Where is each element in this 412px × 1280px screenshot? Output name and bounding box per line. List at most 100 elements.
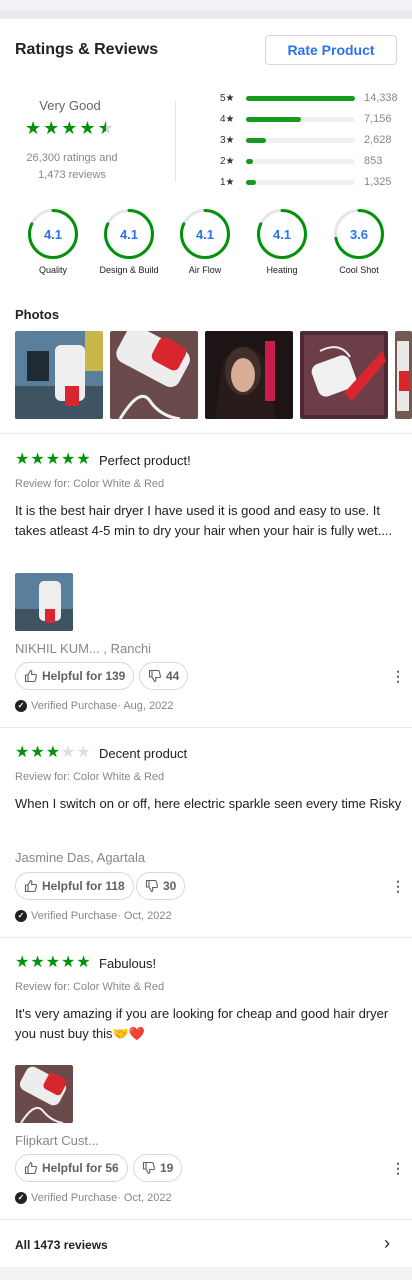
thumbs-down-icon	[142, 1161, 156, 1175]
distribution-label: 1★	[220, 176, 235, 188]
star-icon: ★	[76, 451, 91, 468]
dislike-count: 19	[160, 1161, 174, 1175]
feature-score: 4.1	[43, 226, 63, 242]
more-options-icon[interactable]: ⋮	[391, 879, 405, 893]
review-author: Jasmine Das, Agartala	[15, 850, 146, 865]
feature-score: 4.1	[272, 226, 292, 242]
distribution-row: 1★ 1,325	[220, 175, 392, 189]
distribution-bar	[246, 137, 355, 143]
dislike-button[interactable]: 19	[133, 1154, 183, 1182]
half-star-icon: ★	[97, 118, 114, 138]
star-icon: ★	[45, 744, 61, 761]
thumbs-down-icon	[145, 879, 159, 893]
feature-score: 3.6	[349, 226, 369, 242]
more-options-icon[interactable]: ⋮	[391, 669, 405, 683]
verified-text: Verified Purchase· Aug, 2022	[31, 700, 174, 712]
star-icon: ★	[79, 118, 96, 138]
review-variant: Review for: Color White & Red	[15, 771, 165, 783]
review-variant: Review for: Color White & Red	[15, 981, 165, 993]
feature-label: Cool Shot	[339, 265, 379, 275]
star-icon: ★	[61, 118, 78, 138]
star-icon: ★	[45, 954, 61, 971]
distribution-count: 1,325	[364, 176, 392, 188]
distribution-row: 2★ 853	[220, 154, 382, 168]
photo-thumbnail[interactable]	[205, 331, 293, 419]
review-photo[interactable]	[15, 573, 73, 631]
verified-purchase: ✓ Verified Purchase· Oct, 2022	[15, 1192, 172, 1204]
helpful-label: Helpful for 56	[42, 1161, 119, 1175]
dislike-count: 30	[163, 879, 177, 893]
top-spacer	[0, 0, 412, 20]
distribution-bar	[246, 179, 355, 185]
review-body: It is the best hair dryer I have used it…	[15, 503, 393, 538]
review-body: When I switch on or off, here electric s…	[15, 796, 402, 811]
review-body: It's very amazing if you are looking for…	[15, 1006, 389, 1041]
star-icon: ★	[43, 118, 60, 138]
feature-score: 4.1	[195, 226, 215, 242]
helpful-button[interactable]: Helpful for 139	[15, 662, 135, 690]
photo-thumbnail[interactable]	[300, 331, 388, 419]
star-icon: ★	[61, 954, 76, 971]
more-options-icon[interactable]: ⋮	[391, 1161, 405, 1175]
thumbs-up-icon	[24, 879, 38, 893]
ratings-count: 26,300 ratings and	[26, 152, 118, 164]
distribution-bar	[246, 158, 355, 164]
review-author: NIKHIL KUM... , Ranchi	[15, 641, 152, 656]
dislike-count: 44	[166, 669, 180, 683]
feature-ring-coolshot: 3.6	[333, 208, 385, 260]
star-icon: ★	[25, 118, 42, 138]
check-icon: ✓	[15, 910, 27, 922]
review-title: Fabulous!	[99, 956, 157, 971]
thumbs-up-icon	[24, 669, 38, 683]
review-photo[interactable]	[15, 1065, 73, 1123]
distribution-bar	[246, 95, 355, 101]
review-variant: Review for: Color White & Red	[15, 478, 165, 490]
verified-text: Verified Purchase· Oct, 2022	[31, 1192, 172, 1204]
distribution-bar-fill	[246, 137, 266, 143]
photo-thumbnail[interactable]	[395, 331, 412, 419]
feature-score: 4.1	[119, 226, 139, 242]
feature-label: Air Flow	[188, 265, 222, 275]
feature-ring-airflow: 4.1	[179, 208, 231, 260]
star-icon: ★	[30, 954, 45, 971]
star-icon: ★	[76, 954, 91, 971]
review-stars: ★ ★ ★ ★ ★	[15, 452, 91, 468]
star-icon: ★	[15, 744, 30, 761]
divider	[0, 727, 412, 728]
feature-ring-quality: 4.1	[27, 208, 79, 260]
feature-ring-heating: 4.1	[256, 208, 308, 260]
dislike-button[interactable]: 44	[139, 662, 189, 690]
distribution-bar-fill	[246, 116, 301, 122]
rate-product-button[interactable]: Rate Product	[265, 35, 397, 65]
star-icon: ★	[45, 451, 61, 468]
distribution-bar	[246, 116, 355, 122]
dislike-button[interactable]: 30	[136, 872, 186, 900]
overall-rating-label: Very Good	[39, 98, 101, 113]
star-empty-icon: ★	[61, 744, 76, 761]
chevron-right-icon[interactable]: ›	[384, 1233, 390, 1254]
star-empty-icon: ★	[76, 744, 91, 761]
star-icon: ★	[30, 451, 45, 468]
star-icon: ★	[15, 451, 30, 468]
reviews-count: 1,473 reviews	[38, 169, 106, 181]
helpful-button[interactable]: Helpful for 56	[15, 1154, 128, 1182]
review-author: Flipkart Cust...	[15, 1133, 99, 1148]
photo-thumbnail[interactable]	[15, 331, 103, 419]
distribution-bar-fill	[246, 158, 253, 164]
photos-heading: Photos	[15, 307, 60, 322]
all-reviews-link[interactable]: All 1473 reviews	[15, 1238, 108, 1252]
feature-ring-design: 4.1	[103, 208, 155, 260]
distribution-bar-fill	[246, 95, 355, 101]
review-title: Perfect product!	[99, 453, 191, 468]
review-title: Decent product	[99, 746, 188, 761]
distribution-label: 4★	[220, 113, 235, 125]
helpful-button[interactable]: Helpful for 118	[15, 872, 134, 900]
review-stars: ★ ★ ★ ★ ★	[15, 955, 91, 971]
star-icon: ★	[61, 451, 76, 468]
divider	[0, 433, 412, 434]
rating-counts: 26,300 ratings and 1,473 reviews	[0, 150, 144, 184]
distribution-label: 5★	[220, 92, 235, 104]
verified-purchase: ✓ Verified Purchase· Aug, 2022	[15, 700, 173, 712]
star-icon: ★	[15, 954, 30, 971]
photo-thumbnail[interactable]	[110, 331, 198, 419]
